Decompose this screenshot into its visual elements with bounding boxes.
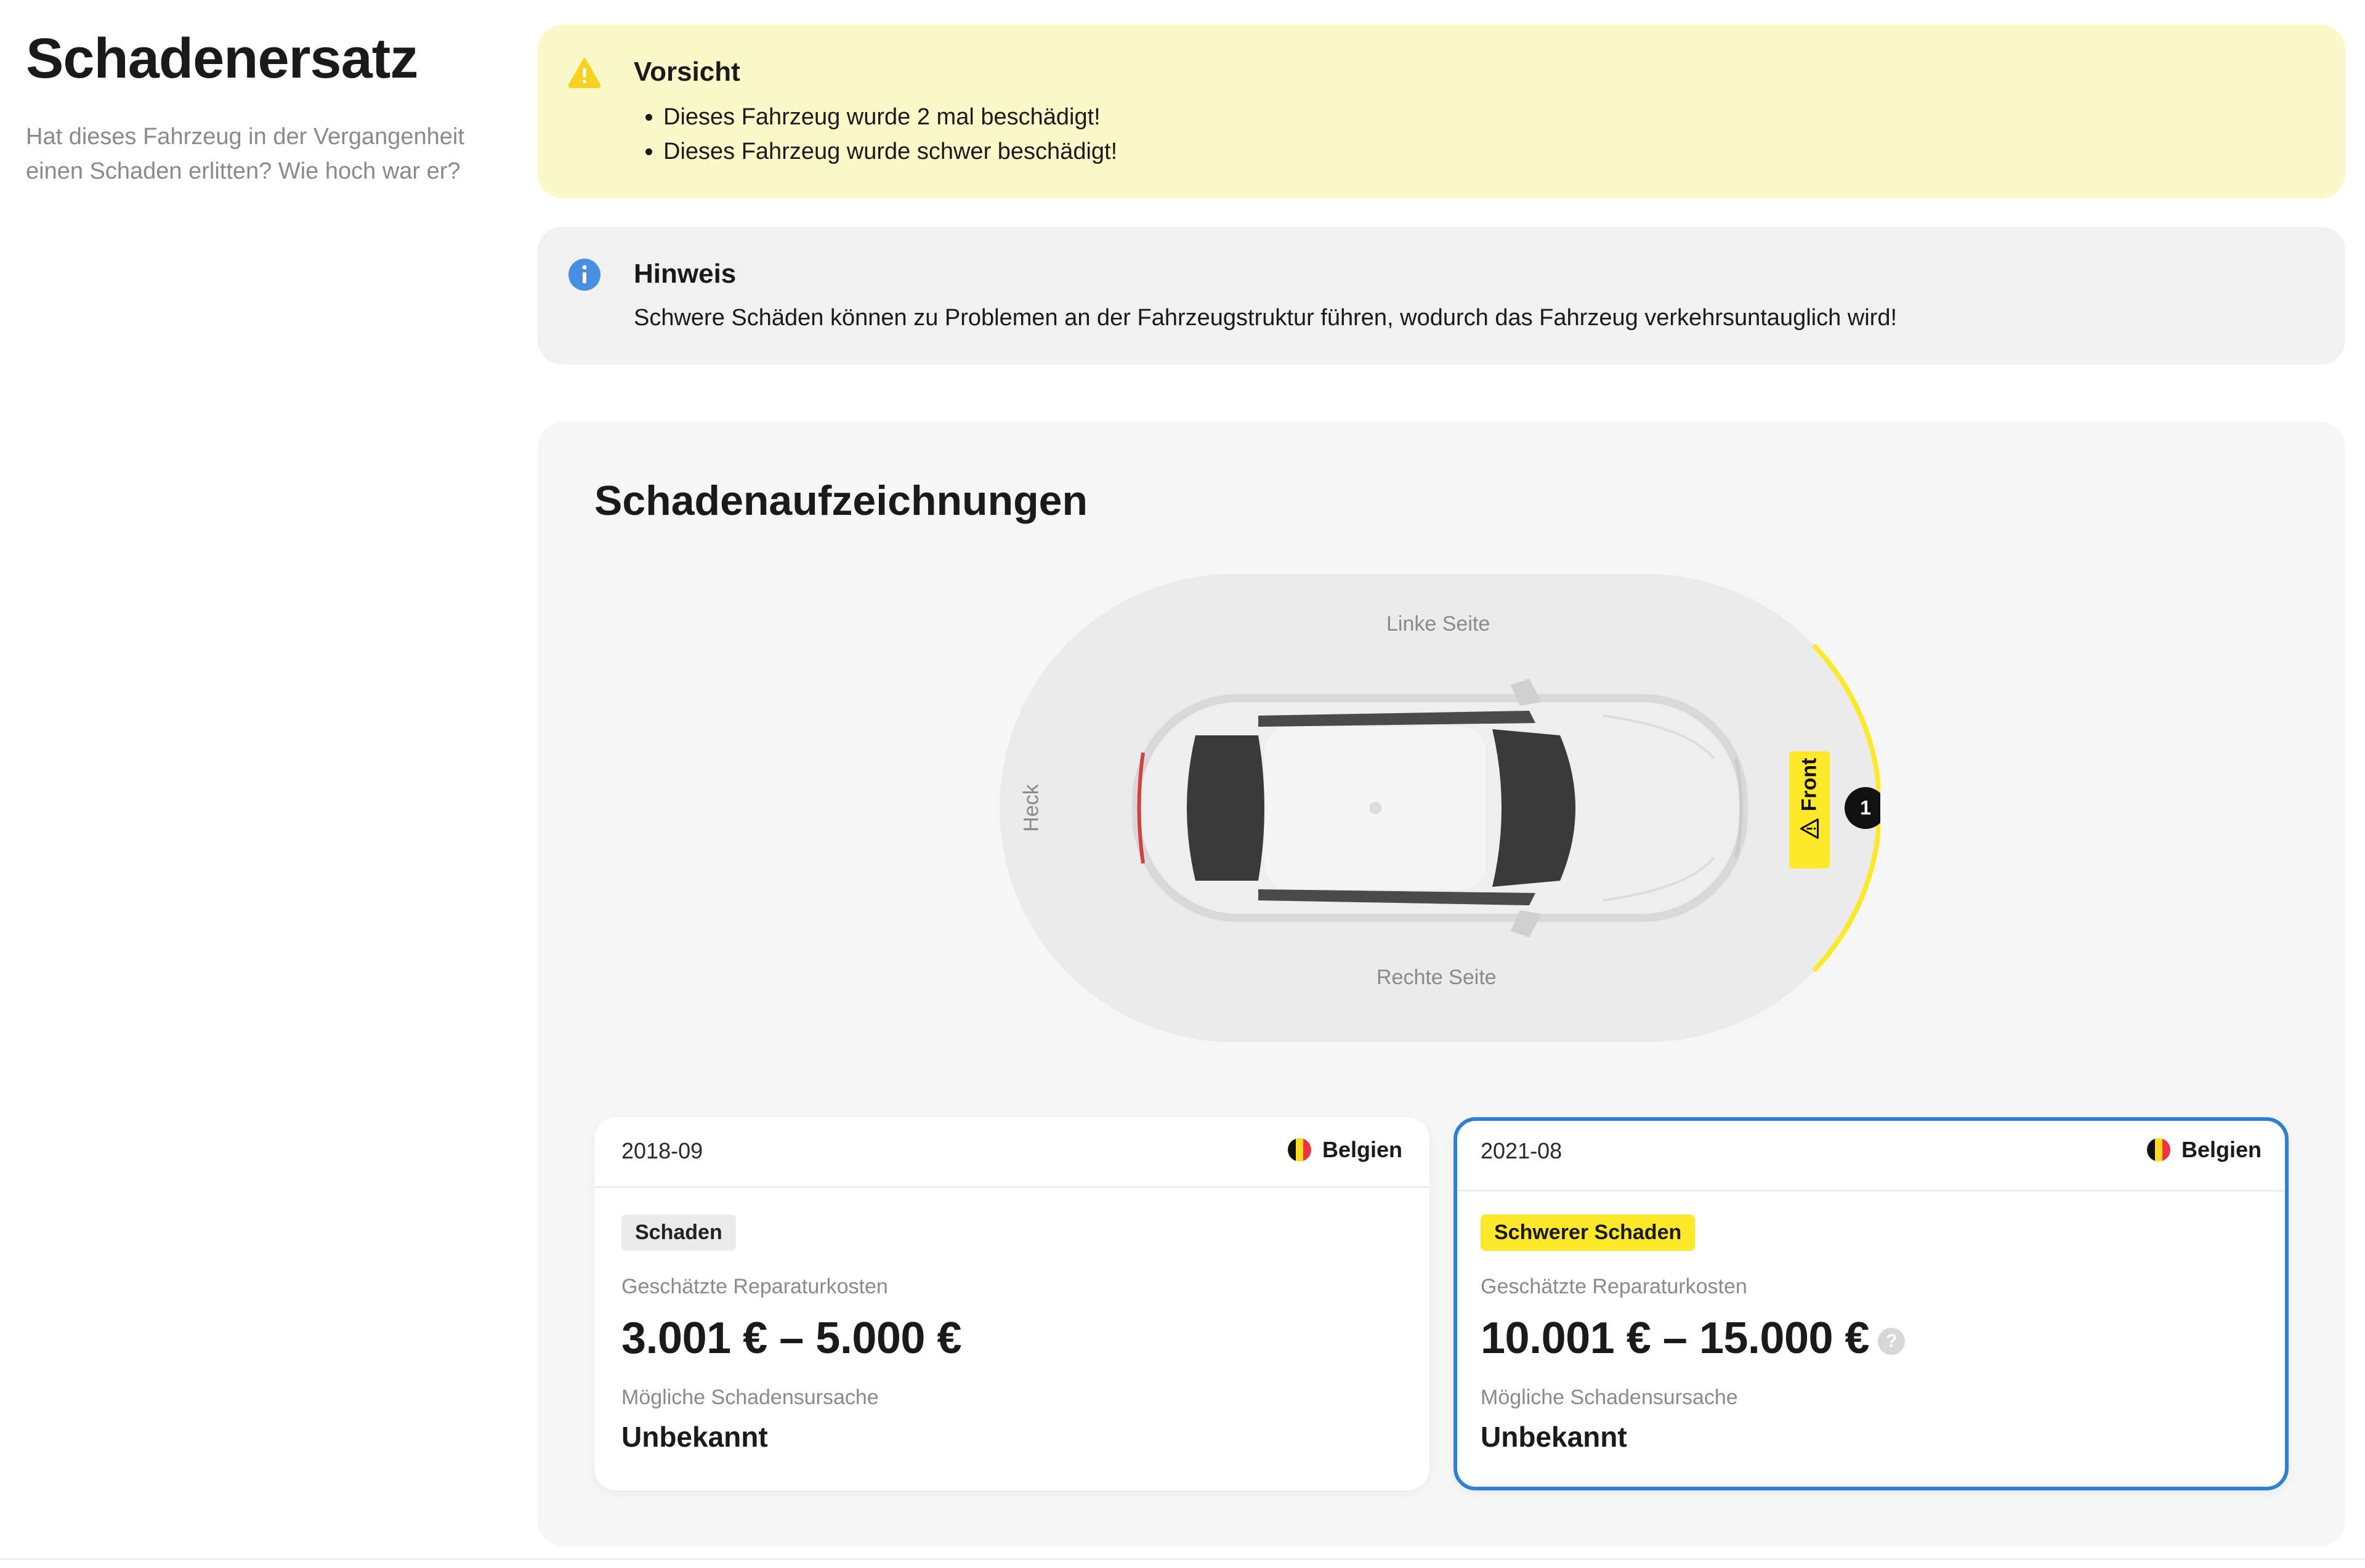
records-title: Schadenaufzeichnungen: [594, 477, 1088, 524]
car-image: [1132, 679, 1748, 937]
country-name: Belgien: [2181, 1137, 2262, 1162]
country-name: Belgien: [1322, 1137, 1402, 1162]
cost-value-row: 10.001 € – 15.000 €?: [1481, 1313, 1906, 1364]
divider: [0, 1558, 2365, 1560]
cause-label: Mögliche Schadensursache: [621, 1386, 879, 1409]
card-header: 2021-08 Belgien: [1457, 1121, 2285, 1192]
left-side-label: Linke Seite: [1386, 612, 1490, 636]
cost-label: Geschätzte Reparaturkosten: [621, 1275, 888, 1298]
cause-value: Unbekannt: [621, 1421, 768, 1453]
car-damage-diagram: Linke Seite Rechte Seite Heck Front 1: [1000, 574, 1886, 1042]
cost-value: 10.001 € – 15.000 €: [1481, 1314, 1870, 1363]
right-side-label: Rechte Seite: [1377, 966, 1497, 989]
warning-list: Dieses Fahrzeug wurde 2 mal beschädigt! …: [634, 100, 1117, 169]
cause-value: Unbekannt: [1481, 1421, 1627, 1453]
record-country: Belgien: [1287, 1137, 1402, 1163]
page-title: Schadenersatz: [26, 27, 418, 90]
damage-count-text: 1: [1860, 796, 1871, 819]
damage-badge: Schaden: [621, 1214, 736, 1251]
record-date: 2018-09: [621, 1138, 703, 1163]
card-header: 2018-09 Belgien: [594, 1117, 1429, 1188]
warning-item: Dieses Fahrzeug wurde schwer beschädigt!: [663, 134, 1117, 169]
damage-record-card-selected[interactable]: 2021-08 Belgien Schwerer Schaden Geschät…: [1453, 1117, 2289, 1490]
damage-records-section: Schadenaufzeichnungen Linke Seite Rechte…: [538, 421, 2345, 1547]
cost-label: Geschätzte Reparaturkosten: [1481, 1275, 1747, 1298]
help-icon[interactable]: ?: [1878, 1327, 1906, 1355]
rear-label: Heck: [1019, 784, 1043, 832]
belgium-flag-icon: [1287, 1138, 1311, 1162]
warning-icon: [568, 58, 601, 88]
front-warning-icon: [1800, 818, 1819, 839]
page-subtitle: Hat dieses Fahrzeug in der Vergangenheit…: [26, 124, 464, 184]
damage-record-card[interactable]: 2018-09 Belgien Schaden Geschätzte Repar…: [594, 1117, 1429, 1490]
warning-item: Dieses Fahrzeug wurde 2 mal beschädigt!: [663, 100, 1117, 134]
front-label-text: Front: [1797, 758, 1821, 812]
cause-label: Mögliche Schadensursache: [1481, 1386, 1738, 1409]
cost-value: 3.001 € – 5.000 €: [621, 1314, 962, 1363]
info-body: Schwere Schäden können zu Problemen an d…: [634, 305, 1898, 331]
page: Schadenersatz Hat dieses Fahrzeug in der…: [0, 0, 2365, 1568]
record-date: 2021-08: [1481, 1138, 1563, 1163]
info-title: Hinweis: [634, 259, 737, 289]
warning-alert: Vorsicht Dieses Fahrzeug wurde 2 mal bes…: [538, 25, 2345, 198]
front-label: Front: [1798, 758, 1822, 840]
belgium-flag-icon: [2146, 1138, 2170, 1162]
section-intro: Schadenersatz Hat dieses Fahrzeug in der…: [26, 25, 494, 188]
warning-title: Vorsicht: [634, 57, 740, 87]
severe-damage-badge: Schwerer Schaden: [1481, 1214, 1696, 1251]
record-country: Belgien: [2146, 1137, 2262, 1163]
info-icon: [568, 259, 600, 291]
info-alert: Hinweis Schwere Schäden können zu Proble…: [538, 227, 2345, 365]
